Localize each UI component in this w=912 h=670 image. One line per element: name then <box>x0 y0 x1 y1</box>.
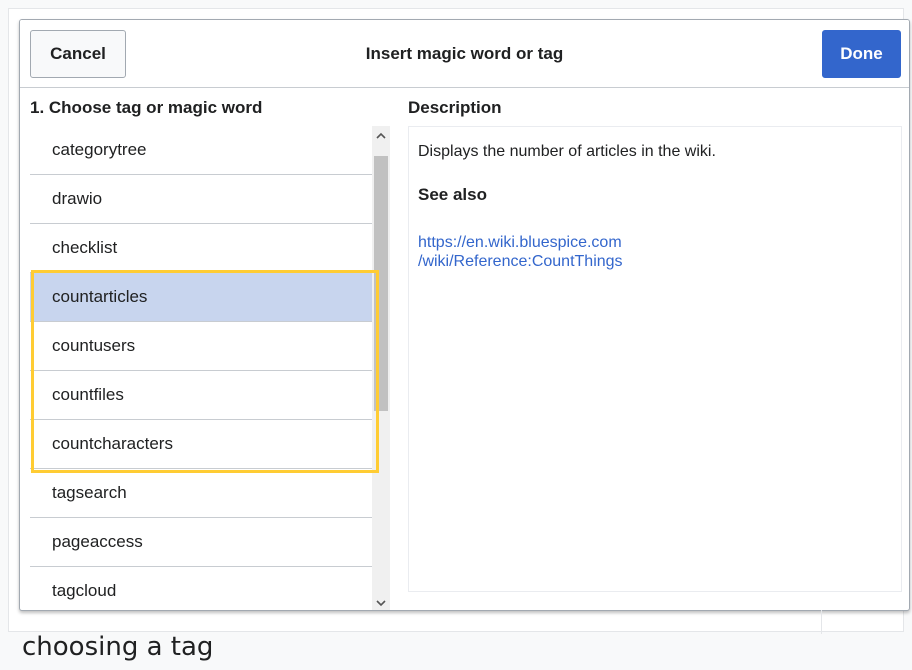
list-heading: 1. Choose tag or magic word <box>30 98 263 117</box>
list-item-pageaccess[interactable]: pageaccess <box>30 518 374 567</box>
chevron-down-icon[interactable] <box>372 594 390 610</box>
list-item-drawio[interactable]: drawio <box>30 175 374 224</box>
image-caption: choosing a tag <box>22 632 214 662</box>
divider <box>821 610 822 634</box>
list-item-tagcloud[interactable]: tagcloud <box>30 567 374 610</box>
insert-magic-word-dialog: Cancel Insert magic word or tag Done 1. … <box>19 19 910 611</box>
reference-link-line2[interactable]: /wiki/Reference:CountThings <box>418 252 623 271</box>
list-item-countcharacters[interactable]: countcharacters <box>30 420 374 469</box>
chevron-up-icon[interactable] <box>372 126 390 144</box>
list-item-checklist[interactable]: checklist <box>30 224 374 273</box>
done-button[interactable]: Done <box>822 30 901 78</box>
description-heading: Description <box>408 98 502 117</box>
reference-link[interactable]: https://en.wiki.bluespice.com /wiki/Refe… <box>418 233 623 271</box>
description-panel: Displays the number of articles in the w… <box>408 126 902 592</box>
tag-list[interactable]: categorytree drawio checklist countartic… <box>30 126 400 610</box>
list-item-countarticles[interactable]: countarticles <box>30 273 374 322</box>
dialog-title: Insert magic word or tag <box>365 44 564 63</box>
dialog-header: Cancel Insert magic word or tag Done <box>20 20 909 88</box>
list-item-categorytree[interactable]: categorytree <box>30 126 374 175</box>
list-item-countfiles[interactable]: countfiles <box>30 371 374 420</box>
description-text: Displays the number of articles in the w… <box>418 143 716 160</box>
list-item-countusers[interactable]: countusers <box>30 322 374 371</box>
list-scrollbar[interactable] <box>372 126 390 610</box>
reference-link-line1[interactable]: https://en.wiki.bluespice.com <box>418 233 623 252</box>
see-also-heading: See also <box>418 185 487 204</box>
list-item-tagsearch[interactable]: tagsearch <box>30 469 374 518</box>
scrollbar-thumb[interactable] <box>374 156 388 411</box>
